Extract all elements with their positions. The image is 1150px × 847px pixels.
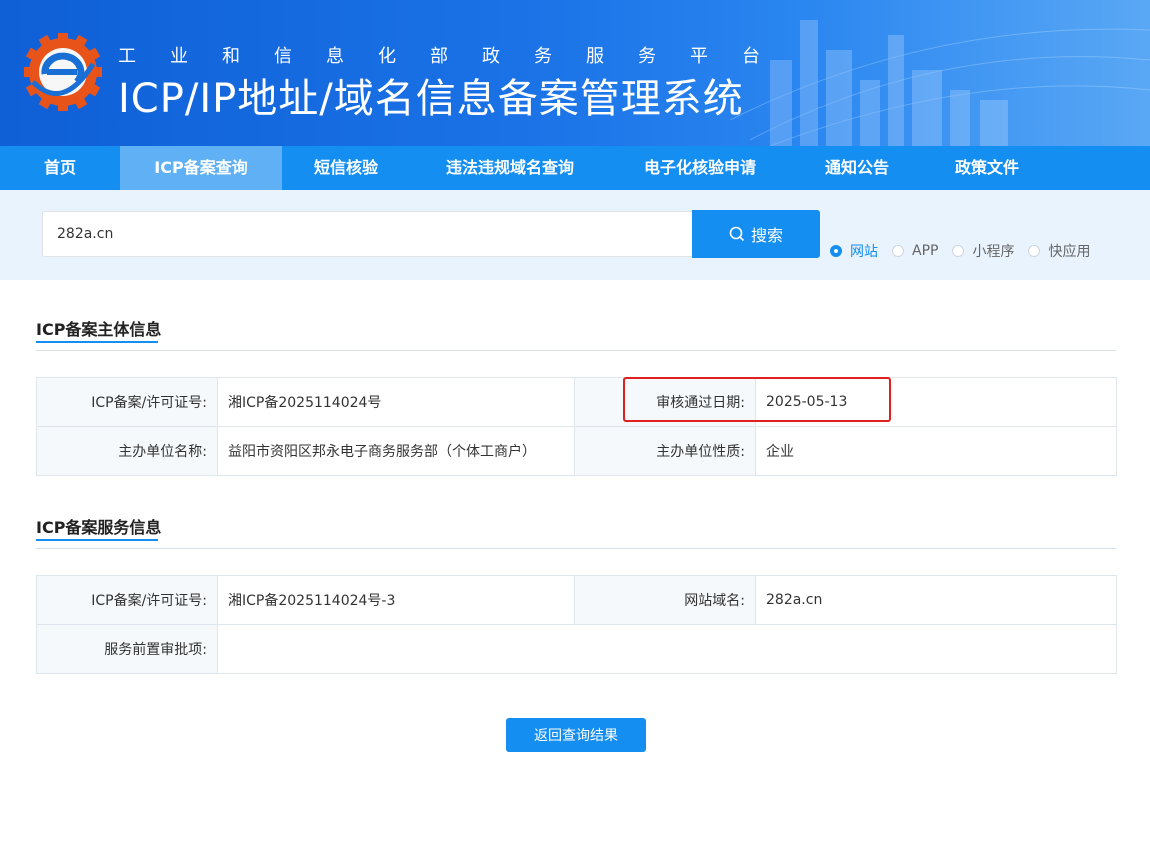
nav-item-notices[interactable]: 通知公告 xyxy=(790,146,924,190)
service-license-value: 湘ICP备2025114024号-3 xyxy=(217,575,575,625)
subject-info-table: ICP备案/许可证号: 湘ICP备2025114024号 审核通过日期: 202… xyxy=(36,377,1117,476)
radio-website[interactable]: 网站 xyxy=(830,241,878,261)
search-type-radio-group: 网站 APP 小程序 快应用 xyxy=(830,241,1090,261)
radio-label: 快应用 xyxy=(1048,244,1091,260)
search-button[interactable]: 搜索 xyxy=(692,210,820,258)
section-underline xyxy=(36,539,158,541)
approval-items-label: 服务前置审批项: xyxy=(36,624,218,674)
header-subtitle: 工业和信息化部政务服务平台 xyxy=(118,46,794,67)
nav-item-home[interactable]: 首页 xyxy=(0,146,120,190)
table-row: ICP备案/许可证号: 湘ICP备2025114024号-3 网站域名: 282… xyxy=(36,575,1117,625)
nav-item-policy-docs[interactable]: 政策文件 xyxy=(924,146,1050,190)
radio-dot xyxy=(952,245,965,257)
radio-dot xyxy=(830,245,842,257)
table-row: 服务前置审批项: xyxy=(36,624,1117,674)
org-type-value: 企业 xyxy=(755,426,1117,476)
radio-label: APP xyxy=(912,243,939,259)
org-type-label: 主办单位性质: xyxy=(574,426,756,476)
city-skyline-decoration xyxy=(730,20,1150,146)
section-divider xyxy=(36,548,1116,549)
license-value: 湘ICP备2025114024号 xyxy=(217,377,575,427)
back-to-results-button[interactable]: 返回查询结果 xyxy=(506,718,646,752)
approve-date-label: 审核通过日期: xyxy=(574,377,756,427)
section-underline xyxy=(36,341,158,343)
approval-items-value xyxy=(217,624,1117,674)
service-license-label: ICP备案/许可证号: xyxy=(36,575,218,625)
org-name-value: 益阳市资阳区邦永电子商务服务部（个体工商户） xyxy=(217,426,575,476)
search-area: 搜索 网站 APP 小程序 快应用 xyxy=(0,190,1150,280)
nav-item-sms-verify[interactable]: 短信核验 xyxy=(282,146,410,190)
ministry-logo xyxy=(24,33,102,111)
service-info-table: ICP备案/许可证号: 湘ICP备2025114024号-3 网站域名: 282… xyxy=(36,575,1117,674)
search-button-label: 搜索 xyxy=(750,226,783,245)
domain-label: 网站域名: xyxy=(574,575,756,625)
nav-item-illegal-domain-query[interactable]: 违法违规域名查询 xyxy=(410,146,610,190)
radio-dot xyxy=(1028,245,1041,257)
search-input[interactable] xyxy=(42,211,692,257)
radio-app[interactable]: APP xyxy=(892,243,938,259)
nav-item-icp-query[interactable]: ICP备案查询 xyxy=(120,146,282,190)
search-icon xyxy=(729,226,745,242)
header-title: ICP/IP地址/域名信息备案管理系统 xyxy=(118,76,744,122)
main-nav: 首页 ICP备案查询 短信核验 违法违规域名查询 电子化核验申请 通知公告 政策… xyxy=(0,146,1150,190)
table-row: ICP备案/许可证号: 湘ICP备2025114024号 审核通过日期: 202… xyxy=(36,377,1117,427)
header-banner: 工业和信息化部政务服务平台 ICP/IP地址/域名信息备案管理系统 xyxy=(0,0,1150,146)
section-divider xyxy=(36,350,1116,351)
license-label: ICP备案/许可证号: xyxy=(36,377,218,427)
radio-label: 网站 xyxy=(850,244,878,260)
domain-value: 282a.cn xyxy=(755,575,1117,625)
table-row: 主办单位名称: 益阳市资阳区邦永电子商务服务部（个体工商户） 主办单位性质: 企… xyxy=(36,426,1117,476)
nav-item-e-verify-apply[interactable]: 电子化核验申请 xyxy=(610,146,790,190)
approve-date-value: 2025-05-13 xyxy=(755,377,1117,427)
radio-quick-app[interactable]: 快应用 xyxy=(1028,241,1090,261)
org-name-label: 主办单位名称: xyxy=(36,426,218,476)
subject-info-title: ICP备案主体信息 xyxy=(36,320,162,339)
radio-label: 小程序 xyxy=(972,244,1015,260)
radio-dot xyxy=(892,245,904,257)
radio-mini-program[interactable]: 小程序 xyxy=(952,241,1014,261)
service-info-title: ICP备案服务信息 xyxy=(36,518,162,537)
